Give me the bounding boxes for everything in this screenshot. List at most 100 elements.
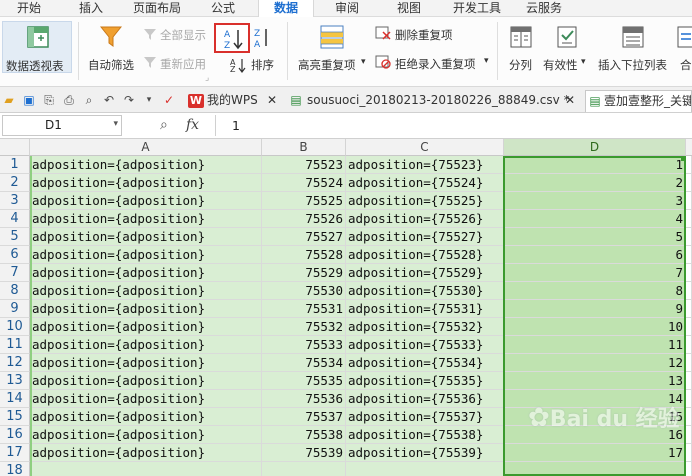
- cell-a[interactable]: adposition={adposition}: [30, 174, 262, 192]
- cell-a[interactable]: adposition={adposition}: [30, 318, 262, 336]
- reapply-button[interactable]: 重新应用: [160, 56, 206, 72]
- cell-a[interactable]: adposition={adposition}: [30, 390, 262, 408]
- show-all-button[interactable]: 全部显示: [160, 27, 206, 43]
- select-all-corner[interactable]: [0, 139, 30, 156]
- row-header[interactable]: 5: [0, 228, 30, 246]
- menu-tab-home[interactable]: 开始: [4, 0, 54, 17]
- row-header[interactable]: 14: [0, 390, 30, 408]
- cell-b[interactable]: 75536: [262, 390, 346, 408]
- cell-e[interactable]: [686, 210, 692, 228]
- cell-b[interactable]: 75524: [262, 174, 346, 192]
- cell-b[interactable]: 75539: [262, 444, 346, 462]
- print-preview-icon[interactable]: ⌕: [82, 93, 96, 107]
- cell-c[interactable]: adposition={75528}: [346, 246, 504, 264]
- validity-dropdown-icon[interactable]: ▾: [581, 57, 586, 67]
- cell-e[interactable]: [686, 228, 692, 246]
- cell-b[interactable]: 75523: [262, 156, 346, 174]
- undo-icon[interactable]: ↶: [102, 93, 116, 107]
- cell-a[interactable]: adposition={adposition}: [30, 444, 262, 462]
- split-button[interactable]: 分列: [509, 57, 532, 73]
- cell-c[interactable]: adposition={75533}: [346, 336, 504, 354]
- row-header[interactable]: 12: [0, 354, 30, 372]
- column-header-d[interactable]: D: [504, 139, 686, 156]
- open-folder-icon[interactable]: ▰: [2, 93, 16, 107]
- cell-b[interactable]: 75527: [262, 228, 346, 246]
- cell-e[interactable]: [686, 372, 692, 390]
- row-header[interactable]: 6: [0, 246, 30, 264]
- tab-my-wps[interactable]: W 我的WPS: [184, 90, 258, 112]
- validity-button[interactable]: 有效性: [543, 57, 578, 73]
- highlight-duplicates-dropdown-icon[interactable]: ▾: [361, 57, 366, 67]
- cell-d[interactable]: 2: [504, 174, 686, 192]
- cell-a[interactable]: adposition={adposition}: [30, 246, 262, 264]
- cell-b[interactable]: 75534: [262, 354, 346, 372]
- cell-c[interactable]: adposition={75524}: [346, 174, 504, 192]
- zoom-search-icon[interactable]: ⌕: [160, 117, 168, 133]
- cell-d[interactable]: 5: [504, 228, 686, 246]
- tab-csv-close-icon[interactable]: ✕: [565, 90, 575, 112]
- cell-c[interactable]: adposition={75532}: [346, 318, 504, 336]
- cell-c[interactable]: adposition={75536}: [346, 390, 504, 408]
- cell-e[interactable]: [686, 156, 692, 174]
- row-header[interactable]: 7: [0, 264, 30, 282]
- sort-descending-icon[interactable]: Z A: [253, 27, 269, 49]
- column-header-e-partial[interactable]: [686, 139, 692, 156]
- cell-e[interactable]: [686, 318, 692, 336]
- highlight-duplicates-button[interactable]: 高亮重复项: [298, 57, 356, 73]
- cell-a[interactable]: adposition={adposition}: [30, 300, 262, 318]
- name-box-dropdown-icon[interactable]: ▾: [113, 119, 118, 129]
- row-header[interactable]: 11: [0, 336, 30, 354]
- print-icon[interactable]: ⎙: [62, 93, 76, 107]
- cell-b[interactable]: 75528: [262, 246, 346, 264]
- row-header[interactable]: 18: [0, 462, 30, 476]
- pivot-table-button[interactable]: 数据透视表: [2, 21, 72, 73]
- cell-a[interactable]: adposition={adposition}: [30, 210, 262, 228]
- cell-e[interactable]: [686, 192, 692, 210]
- function-icon[interactable]: fx: [186, 117, 199, 133]
- cell-b[interactable]: 75533: [262, 336, 346, 354]
- cell-c[interactable]: adposition={75538}: [346, 426, 504, 444]
- reject-duplicate-entry-button[interactable]: 拒绝录入重复项: [395, 56, 476, 72]
- menu-tab-insert[interactable]: 插入: [66, 0, 116, 17]
- reject-duplicates-dropdown-icon[interactable]: ▾: [484, 56, 489, 66]
- cell-c[interactable]: adposition={75527}: [346, 228, 504, 246]
- save-icon[interactable]: ▣: [22, 93, 36, 107]
- cell-e[interactable]: [686, 246, 692, 264]
- cell-a[interactable]: [30, 462, 262, 476]
- cell-a[interactable]: adposition={adposition}: [30, 156, 262, 174]
- cell-c[interactable]: adposition={75523}: [346, 156, 504, 174]
- menu-tab-data[interactable]: 数据: [258, 0, 314, 18]
- menu-tab-developer[interactable]: 开发工具: [446, 0, 508, 17]
- cell-c[interactable]: adposition={75531}: [346, 300, 504, 318]
- row-header[interactable]: 17: [0, 444, 30, 462]
- row-header[interactable]: 10: [0, 318, 30, 336]
- cell-d[interactable]: [504, 462, 686, 476]
- cell-d[interactable]: 13: [504, 372, 686, 390]
- row-header[interactable]: 2: [0, 174, 30, 192]
- cell-b[interactable]: 75532: [262, 318, 346, 336]
- cell-a[interactable]: adposition={adposition}: [30, 282, 262, 300]
- row-header[interactable]: 3: [0, 192, 30, 210]
- cell-d[interactable]: 9: [504, 300, 686, 318]
- cell-e[interactable]: [686, 264, 692, 282]
- sort-ascending-button[interactable]: A Z: [214, 23, 250, 53]
- cell-c[interactable]: adposition={75539}: [346, 444, 504, 462]
- cell-a[interactable]: adposition={adposition}: [30, 336, 262, 354]
- tab-csv-file[interactable]: ▤ sousuoci_20180213-20180226_88849.csv *: [287, 90, 569, 112]
- cell-d[interactable]: 3: [504, 192, 686, 210]
- redo-icon[interactable]: ↷: [122, 93, 136, 107]
- cell-c[interactable]: adposition={75529}: [346, 264, 504, 282]
- remove-duplicates-button[interactable]: 删除重复项: [395, 27, 453, 43]
- tab-active-file[interactable]: ▤ 壹加壹整形_关键: [585, 90, 692, 112]
- row-header[interactable]: 13: [0, 372, 30, 390]
- cell-a[interactable]: adposition={adposition}: [30, 408, 262, 426]
- cell-a[interactable]: adposition={adposition}: [30, 426, 262, 444]
- row-header[interactable]: 15: [0, 408, 30, 426]
- cell-c[interactable]: adposition={75530}: [346, 282, 504, 300]
- auto-filter-button[interactable]: 自动筛选: [88, 57, 134, 73]
- cell-d[interactable]: 4: [504, 210, 686, 228]
- row-header[interactable]: 9: [0, 300, 30, 318]
- cell-d[interactable]: 10: [504, 318, 686, 336]
- cell-d[interactable]: 1: [504, 156, 686, 174]
- cell-b[interactable]: 75531: [262, 300, 346, 318]
